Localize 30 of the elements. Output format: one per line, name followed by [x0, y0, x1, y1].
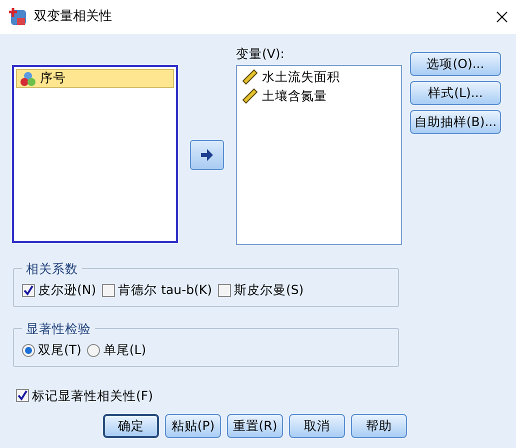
- checkbox[interactable]: 肯德尔 tau-b(K): [102, 281, 212, 300]
- dialog-button[interactable]: 帮助: [351, 414, 407, 438]
- dialog-button[interactable]: 确定: [103, 414, 159, 438]
- variables-list[interactable]: 水土流失面积 土壤含氮量: [236, 64, 402, 245]
- source-variable-list[interactable]: 序号: [12, 65, 178, 243]
- dialog-button[interactable]: 选项(O)...: [410, 52, 501, 76]
- close-icon[interactable]: [496, 11, 508, 23]
- app-icon: [8, 7, 28, 27]
- list-item[interactable]: 土壤含氮量: [239, 86, 399, 106]
- arrow-icon: [200, 149, 214, 161]
- move-button[interactable]: [190, 140, 224, 170]
- checkbox[interactable]: 斯皮尔曼(S): [218, 281, 304, 300]
- ruler-icon: [242, 69, 258, 86]
- checkmark-icon: [17, 390, 28, 402]
- checkbox[interactable]: 皮尔逊(N): [22, 281, 96, 300]
- checkmark-icon: [23, 284, 34, 296]
- checkbox[interactable]: 标记显著性相关性(F): [16, 386, 153, 406]
- window-title: 双变量相关性: [34, 8, 112, 26]
- dialog-button[interactable]: 自助抽样(B)...: [410, 110, 501, 134]
- dialog-button[interactable]: 重置(R): [227, 414, 283, 438]
- dialog-button[interactable]: 粘贴(P): [165, 414, 221, 438]
- circles-icon: [20, 70, 36, 86]
- dialog-button[interactable]: 样式(L)...: [410, 81, 501, 105]
- list-item[interactable]: 水土流失面积: [239, 68, 399, 87]
- variables-label: 变量(V):: [236, 45, 286, 63]
- radio-button[interactable]: 双尾(T): [22, 340, 82, 360]
- ruler-icon: [242, 88, 258, 104]
- list-item[interactable]: 序号: [16, 69, 174, 88]
- dialog-button[interactable]: 取消: [289, 414, 345, 438]
- radio-button[interactable]: 单尾(L): [87, 340, 146, 360]
